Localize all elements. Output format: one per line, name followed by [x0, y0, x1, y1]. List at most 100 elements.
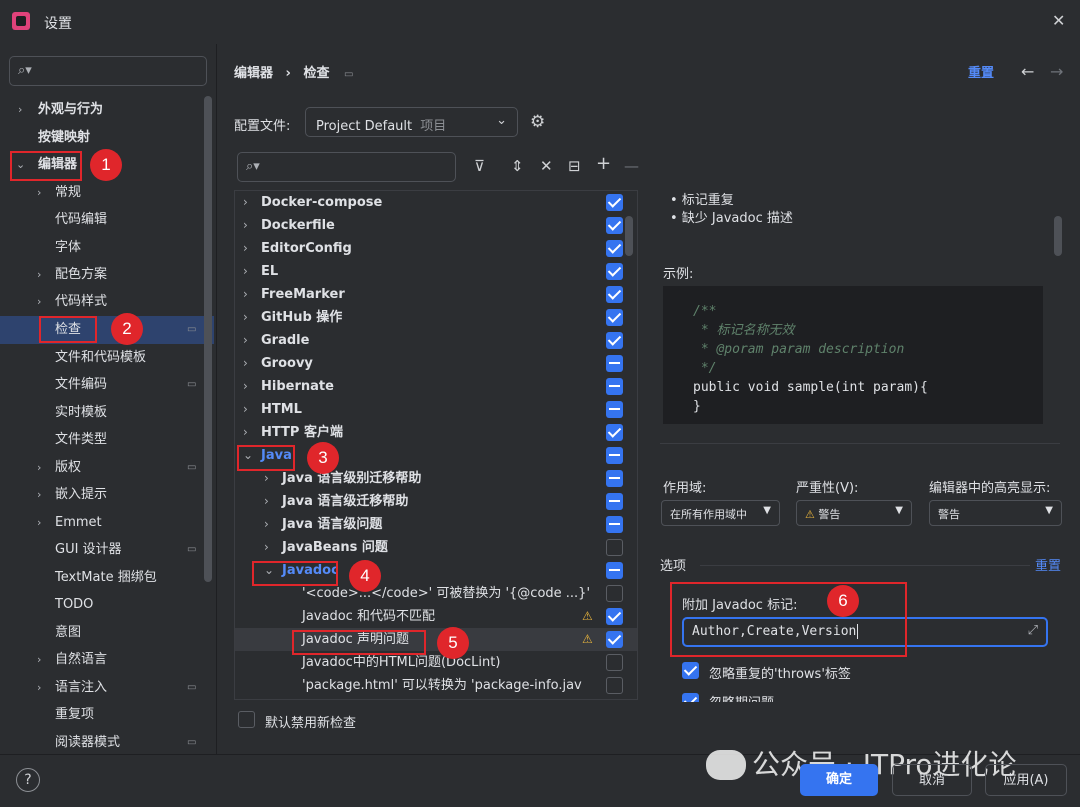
sidebar-item-general[interactable]: 常规	[55, 180, 81, 206]
tree-row[interactable]: › Docker-compose	[235, 191, 637, 214]
back-arrow-icon[interactable]: ←	[1021, 62, 1034, 81]
sidebar-item-inlay-hints[interactable]: 嵌入提示	[55, 482, 107, 508]
forward-arrow-icon[interactable]: →	[1050, 62, 1063, 81]
tree-row[interactable]: › Gradle	[235, 329, 637, 352]
chevron-right-icon[interactable]: ›	[243, 329, 248, 352]
profile-select[interactable]: Project Default 项目 ⌄	[305, 107, 518, 137]
sidebar-item-color-scheme[interactable]: 配色方案	[55, 262, 107, 288]
sidebar-item-font[interactable]: 字体	[55, 235, 81, 261]
chevron-right-icon[interactable]: ›	[243, 191, 248, 214]
ignore-throws-checkbox[interactable]	[682, 662, 699, 679]
severity-select[interactable]: ⚠ 警告 ▼	[796, 500, 912, 526]
tree-row-checkbox[interactable]	[606, 608, 623, 625]
default-disable-checkbox[interactable]	[238, 711, 255, 728]
chevron-right-icon[interactable]: ›	[243, 214, 248, 237]
chevron-right-icon[interactable]: ›	[37, 186, 41, 199]
tree-row-checkbox[interactable]	[606, 516, 623, 533]
chevron-right-icon[interactable]: ›	[37, 516, 41, 529]
add-icon[interactable]: +	[596, 153, 611, 174]
breadcrumb-parent[interactable]: 编辑器	[234, 66, 273, 81]
tree-row[interactable]: › EditorConfig	[235, 237, 637, 260]
tree-row-checkbox[interactable]	[606, 677, 623, 694]
tree-row-checkbox[interactable]	[606, 217, 623, 234]
tree-row[interactable]: 'package.html' 可以转换为 'package-info.jav	[235, 674, 637, 697]
tree-row[interactable]: › Java 语言级问题	[235, 513, 637, 536]
tree-row-checkbox[interactable]	[606, 286, 623, 303]
expand-all-icon[interactable]: ⇕	[511, 157, 524, 175]
cancel-button[interactable]: 取消	[892, 764, 972, 796]
tree-row-checkbox[interactable]	[606, 378, 623, 395]
tree-row[interactable]: Javadoc 和代码不匹配 ⚠	[235, 605, 637, 628]
chevron-right-icon[interactable]: ›	[243, 421, 248, 444]
tree-row[interactable]: › EL	[235, 260, 637, 283]
scope-select[interactable]: 在所有作用域中 ▼	[661, 500, 780, 526]
sidebar-item-textmate[interactable]: TextMate 捆绑包	[55, 565, 157, 591]
ok-button[interactable]: 确定	[800, 764, 878, 796]
chevron-right-icon[interactable]: ›	[243, 283, 248, 306]
description-scrollbar[interactable]	[1054, 216, 1062, 256]
chevron-right-icon[interactable]: ›	[18, 103, 22, 116]
tree-row[interactable]: › HTTP 客户端	[235, 421, 637, 444]
chevron-right-icon[interactable]: ›	[264, 513, 269, 536]
tree-row[interactable]: › GitHub 操作	[235, 306, 637, 329]
chevron-right-icon[interactable]: ›	[243, 306, 248, 329]
chevron-right-icon[interactable]: ›	[243, 398, 248, 421]
tree-row-checkbox[interactable]	[606, 401, 623, 418]
sidebar-item-appearance[interactable]: 外观与行为	[38, 97, 103, 123]
sidebar-item-language-injections[interactable]: 语言注入	[55, 675, 107, 701]
chevron-right-icon[interactable]: ›	[243, 260, 248, 283]
sidebar-item-code-style[interactable]: 代码样式	[55, 289, 107, 315]
tree-row[interactable]: › Java 语言级迁移帮助	[235, 490, 637, 513]
expand-icon[interactable]: ⤢	[1028, 623, 1038, 638]
tree-row-checkbox[interactable]	[606, 424, 623, 441]
chevron-right-icon[interactable]: ›	[37, 461, 41, 474]
ignore-period-checkbox[interactable]	[682, 693, 699, 702]
tree-row[interactable]: › Groovy	[235, 352, 637, 375]
chevron-right-icon[interactable]: ›	[37, 268, 41, 281]
tree-row-checkbox[interactable]	[606, 194, 623, 211]
tree-row-checkbox[interactable]	[606, 562, 623, 579]
chevron-right-icon[interactable]: ›	[37, 488, 41, 501]
chevron-right-icon[interactable]: ›	[243, 237, 248, 260]
tree-row-checkbox[interactable]	[606, 240, 623, 257]
tree-row[interactable]: ⌄ Java	[235, 444, 637, 467]
tree-row[interactable]: › Hibernate	[235, 375, 637, 398]
chevron-right-icon[interactable]: ›	[264, 536, 269, 559]
tree-row[interactable]: › Dockerfile	[235, 214, 637, 237]
sidebar-item-todo[interactable]: TODO	[55, 592, 93, 618]
highlight-select[interactable]: 警告 ▼	[929, 500, 1062, 526]
tree-row[interactable]: › HTML	[235, 398, 637, 421]
sidebar-item-duplicates[interactable]: 重复项	[55, 702, 94, 728]
sidebar-item-file-types[interactable]: 文件类型	[55, 427, 107, 453]
filter-icon[interactable]: ⊽	[474, 157, 485, 175]
sidebar-item-copyright[interactable]: 版权	[55, 455, 81, 481]
tree-row-checkbox[interactable]	[606, 493, 623, 510]
reset-scope-icon[interactable]: ⊟	[568, 157, 581, 175]
sidebar-item-code-editing[interactable]: 代码编辑	[55, 207, 107, 233]
sidebar-item-emmet[interactable]: Emmet	[55, 510, 102, 536]
gear-icon[interactable]: ⚙	[530, 112, 545, 132]
tree-row-checkbox[interactable]	[606, 447, 623, 464]
options-reset-link[interactable]: 重置	[1035, 555, 1061, 574]
chevron-right-icon[interactable]: ›	[37, 681, 41, 694]
tree-row-checkbox[interactable]	[606, 585, 623, 602]
sidebar-item-keymap[interactable]: 按键映射	[38, 125, 90, 151]
apply-button[interactable]: 应用(A)	[985, 764, 1067, 796]
tree-row-checkbox[interactable]	[606, 332, 623, 349]
tree-row-checkbox[interactable]	[606, 355, 623, 372]
collapse-all-icon[interactable]: ✕	[540, 157, 553, 175]
tree-row[interactable]: › Java 语言级别迁移帮助	[235, 467, 637, 490]
chevron-right-icon[interactable]: ›	[37, 295, 41, 308]
chevron-right-icon[interactable]: ›	[37, 653, 41, 666]
chevron-right-icon[interactable]: ›	[243, 352, 248, 375]
sidebar-item-file-encoding[interactable]: 文件编码	[55, 372, 107, 398]
tree-row-checkbox[interactable]	[606, 539, 623, 556]
tree-row[interactable]: › JavaBeans 问题	[235, 536, 637, 559]
sidebar-item-gui-designer[interactable]: GUI 设计器	[55, 537, 122, 563]
chevron-right-icon[interactable]: ›	[264, 490, 269, 513]
sidebar-scrollbar[interactable]	[204, 96, 212, 582]
tree-row-checkbox[interactable]	[606, 631, 623, 648]
tree-row-checkbox[interactable]	[606, 654, 623, 671]
tree-row-checkbox[interactable]	[606, 263, 623, 280]
remove-icon[interactable]: —	[624, 157, 639, 175]
